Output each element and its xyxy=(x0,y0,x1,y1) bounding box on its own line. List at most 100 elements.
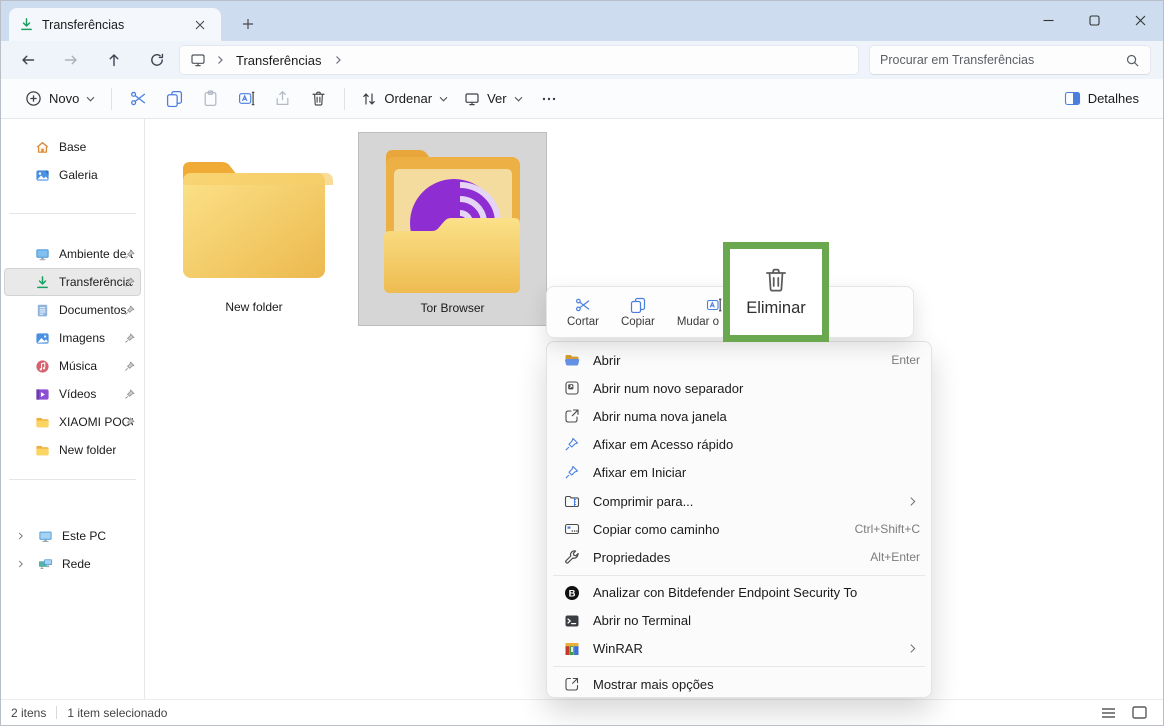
toolbar-divider xyxy=(111,88,112,110)
download-icon xyxy=(35,275,50,290)
details-button[interactable]: Detalhes xyxy=(1056,85,1147,112)
breadcrumb-segment[interactable]: Transferências xyxy=(234,51,324,70)
share-icon[interactable] xyxy=(264,84,300,114)
file-tile-tor-browser[interactable]: Tor Browser xyxy=(358,132,547,326)
cut-icon[interactable] xyxy=(120,84,156,114)
menu-item-winrar[interactable]: WinRAR xyxy=(552,635,926,663)
menu-item-propriedades[interactable]: Propriedades Alt+Enter xyxy=(552,543,926,571)
search-icon[interactable] xyxy=(1125,53,1140,68)
back-icon[interactable] xyxy=(17,49,39,71)
copy-path-icon xyxy=(563,521,580,537)
address-bar: Transferências xyxy=(1,41,1163,79)
new-button[interactable]: Novo xyxy=(17,84,103,113)
pin-icon xyxy=(124,361,135,372)
menu-item-abrir[interactable]: Abrir Enter xyxy=(552,346,926,374)
pc-icon xyxy=(38,529,53,544)
breadcrumb[interactable]: Transferências xyxy=(179,45,859,75)
folder-icon xyxy=(35,415,50,430)
sidebar-item-new-folder[interactable]: New folder xyxy=(4,436,141,464)
details-pane-icon xyxy=(1064,91,1081,106)
sidebar-item-rede[interactable]: Rede xyxy=(4,550,141,578)
folder-closed-icon xyxy=(175,134,333,300)
copy-icon xyxy=(630,297,646,313)
menu-separator xyxy=(553,575,925,576)
sidebar-item-musica[interactable]: Música xyxy=(4,352,141,380)
close-button[interactable] xyxy=(1117,1,1163,39)
pin-icon xyxy=(124,305,135,316)
status-bar: 2 itens 1 item selecionado xyxy=(1,699,1163,725)
menu-item-abrir-nova-janela[interactable]: Abrir numa nova janela xyxy=(552,402,926,430)
more-icon[interactable] xyxy=(531,84,567,114)
file-tile-new-folder[interactable]: New folder xyxy=(166,134,342,324)
items-count: 2 itens xyxy=(11,706,46,720)
open-new-window-icon xyxy=(563,408,580,424)
forward-icon[interactable] xyxy=(60,49,82,71)
details-label: Detalhes xyxy=(1088,91,1139,106)
terminal-icon xyxy=(563,613,580,629)
menu-item-comprimir[interactable]: Comprimir para... xyxy=(552,487,926,515)
svg-text:B: B xyxy=(568,588,575,599)
zip-folder-icon xyxy=(563,493,580,509)
rename-icon[interactable] xyxy=(228,84,264,114)
sidebar-item-transferencias[interactable]: Transferências xyxy=(4,268,141,296)
network-icon xyxy=(38,557,53,572)
sidebar-item-videos[interactable]: Vídeos xyxy=(4,380,141,408)
gallery-icon xyxy=(35,168,50,183)
tab-transferencias[interactable]: Transferências xyxy=(9,8,221,41)
delete-icon[interactable] xyxy=(300,84,336,114)
refresh-icon[interactable] xyxy=(146,49,168,71)
maximize-button[interactable] xyxy=(1071,1,1117,39)
view-label: Ver xyxy=(487,91,507,106)
open-new-tab-icon xyxy=(563,380,580,396)
submenu-chevron-icon xyxy=(909,643,916,654)
annotation-label: Eliminar xyxy=(746,299,806,318)
sidebar-item-galeria[interactable]: Galeria xyxy=(4,161,141,189)
pin-icon xyxy=(563,465,580,480)
menu-item-afixar-iniciar[interactable]: Afixar em Iniciar xyxy=(552,459,926,487)
sidebar-item-base[interactable]: Base xyxy=(4,133,141,161)
menu-item-bitdefender[interactable]: B Analizar con Bitdefender Endpoint Secu… xyxy=(552,579,926,607)
pin-icon xyxy=(124,389,135,400)
new-tab-button[interactable] xyxy=(237,13,259,35)
videos-icon xyxy=(35,387,50,402)
paste-icon[interactable] xyxy=(192,84,228,114)
command-toolbar: Novo Ordenar xyxy=(1,79,1163,119)
sidebar-item-este-pc[interactable]: Este PC xyxy=(4,522,141,550)
chevron-right-icon[interactable] xyxy=(13,531,27,541)
details-view-icon[interactable] xyxy=(1101,707,1116,719)
delete-icon xyxy=(762,266,790,294)
sort-button[interactable]: Ordenar xyxy=(353,85,456,113)
highlight-box-eliminar[interactable]: Eliminar xyxy=(723,242,829,342)
menu-item-copiar-caminho[interactable]: Copiar como caminho Ctrl+Shift+C xyxy=(552,515,926,543)
selected-count: 1 item selecionado xyxy=(67,706,167,720)
menu-item-afixar-acesso-rapido[interactable]: Afixar em Acesso rápido xyxy=(552,431,926,459)
menu-item-terminal[interactable]: Abrir no Terminal xyxy=(552,607,926,635)
chevron-right-icon xyxy=(328,55,348,65)
file-explorer-window: Transferências xyxy=(0,0,1164,726)
minimize-button[interactable] xyxy=(1025,1,1071,39)
sidebar-item-xiaomi-poco[interactable]: XIAOMI POCO F xyxy=(4,408,141,436)
menu-item-mostrar-mais-opcoes[interactable]: Mostrar mais opções xyxy=(552,670,926,698)
pin-icon xyxy=(124,417,135,428)
cut-button[interactable]: Cortar xyxy=(559,293,607,332)
menu-item-abrir-novo-separador[interactable]: Abrir num novo separador xyxy=(552,374,926,402)
copy-button[interactable]: Copiar xyxy=(613,293,663,332)
view-button[interactable]: Ver xyxy=(456,85,531,113)
sidebar-item-ambiente-de-trabalho[interactable]: Ambiente de tra xyxy=(4,240,141,268)
tab-close-icon[interactable] xyxy=(189,14,211,36)
rename-icon xyxy=(706,297,722,313)
sidebar-item-imagens[interactable]: Imagens xyxy=(4,324,141,352)
chevron-right-icon[interactable] xyxy=(13,559,27,569)
copy-icon[interactable] xyxy=(156,84,192,114)
large-icons-view-icon[interactable] xyxy=(1132,706,1147,719)
desktop-icon xyxy=(35,247,50,262)
sidebar-item-documentos[interactable]: Documentos xyxy=(4,296,141,324)
download-icon xyxy=(19,17,34,32)
search-input[interactable] xyxy=(880,53,1125,67)
chevron-right-icon xyxy=(210,55,230,65)
home-icon xyxy=(35,140,50,155)
folder-open-icon xyxy=(563,352,580,368)
music-icon xyxy=(35,359,50,374)
search-box xyxy=(869,45,1151,75)
up-icon[interactable] xyxy=(103,49,125,71)
